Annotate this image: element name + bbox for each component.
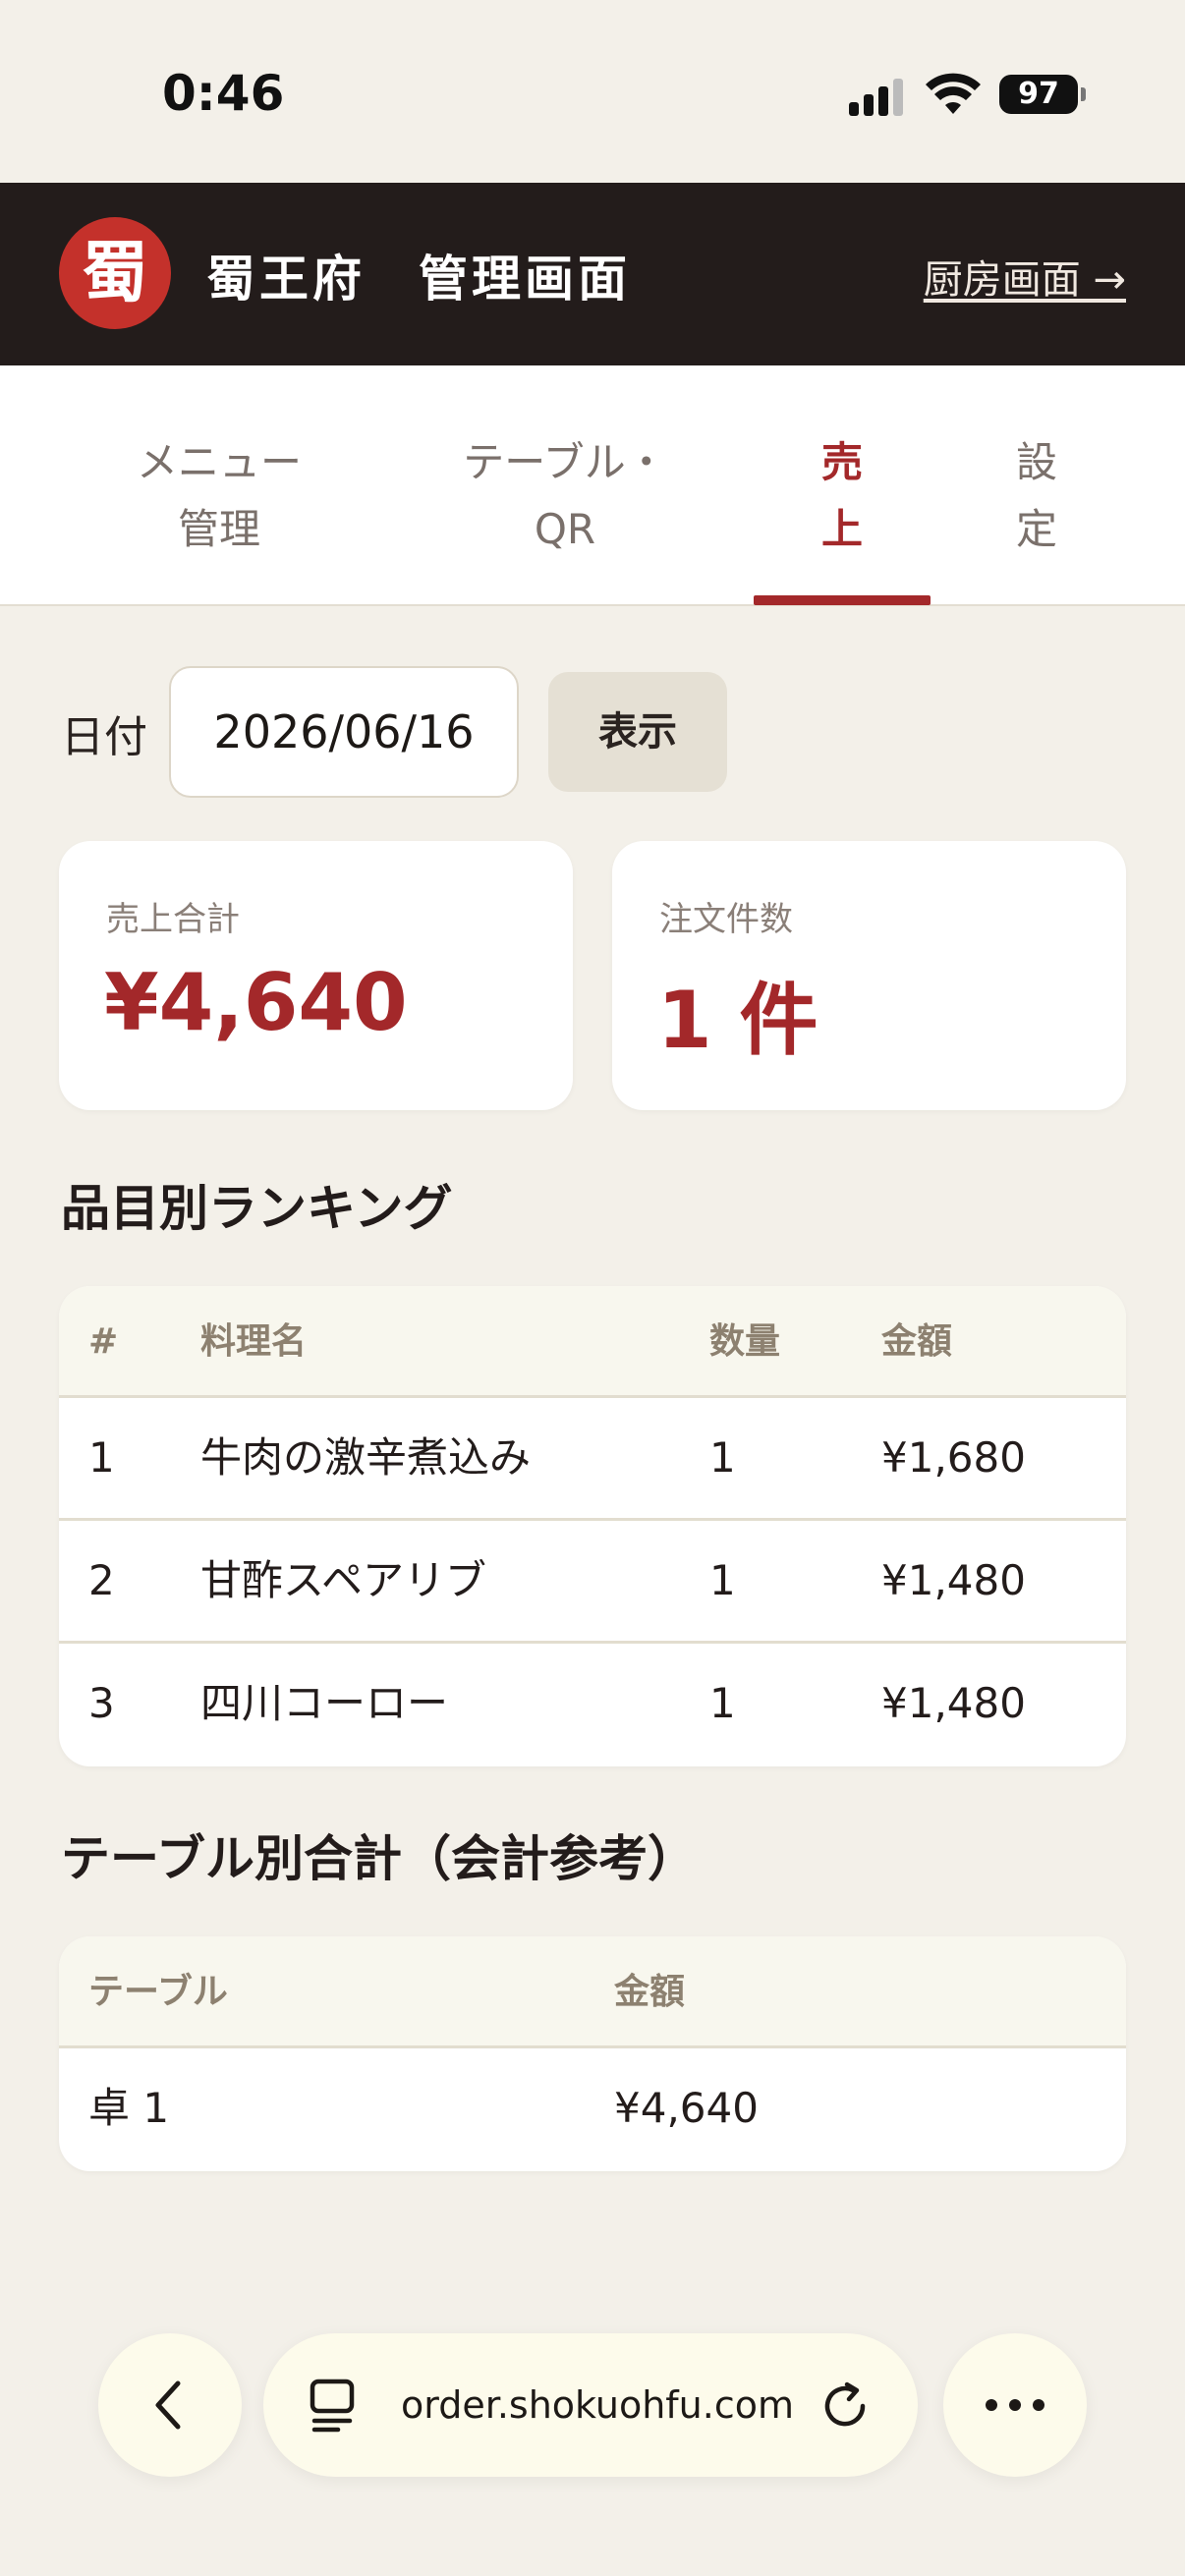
tab-label: メニュー — [136, 438, 302, 486]
status-bar: 0:46 97 — [0, 0, 1185, 183]
tab-settings[interactable]: 設 定 — [997, 429, 1076, 563]
table-header: テーブル 金額 — [59, 1936, 1126, 2048]
table-row: 1 牛肉の激辛煮込み 1 ¥1,680 — [59, 1398, 1126, 1521]
column-header: テーブル — [88, 1972, 228, 2012]
table-totals-table: テーブル 金額 卓 1 ¥4,640 — [59, 1936, 1126, 2171]
order-count-value: 1 件 — [657, 975, 818, 1066]
ranking-title: 品目別ランキング — [61, 1180, 453, 1237]
tab-sales[interactable]: 売 上 — [803, 429, 881, 563]
quantity-cell: 1 — [709, 1556, 736, 1604]
table-row: 3 四川コーロー 1 ¥1,480 — [59, 1644, 1126, 1766]
ranking-table: # 料理名 数量 金額 1 牛肉の激辛煮込み 1 ¥1,680 2 甘酢スペアリ… — [59, 1286, 1126, 1766]
tab-label: 設 — [1015, 438, 1057, 486]
table-totals-title: テーブル別合計（会計参考） — [61, 1830, 697, 1887]
date-input[interactable]: 2026/06/16 — [169, 666, 519, 798]
dish-name-cell: 四川コーロー — [200, 1679, 449, 1727]
rank-cell: 1 — [88, 1433, 115, 1482]
column-header: 料理名 — [200, 1321, 308, 1362]
dish-name-cell: 牛肉の激辛煮込み — [200, 1433, 532, 1482]
kitchen-screen-link[interactable]: 厨房画面 → — [924, 248, 1126, 305]
tab-label: 売 — [820, 438, 863, 486]
amount-cell: ¥1,480 — [881, 1679, 1026, 1727]
cellular-signal-icon — [849, 79, 906, 116]
amount-cell: ¥4,640 — [614, 2084, 759, 2132]
table-row: 2 甘酢スペアリブ 1 ¥1,480 — [59, 1521, 1126, 1644]
order-count-card: 注文件数 1 件 — [612, 841, 1126, 1110]
column-header: # — [88, 1321, 119, 1362]
chevron-left-icon — [155, 2380, 181, 2430]
tab-bar: メニュー 管理 テーブル・ QR 売 上 設 定 — [0, 365, 1185, 606]
battery-icon: 97 — [999, 75, 1086, 114]
column-header: 金額 — [614, 1972, 686, 2012]
more-options-icon — [986, 2399, 1044, 2411]
table-row: 卓 1 ¥4,640 — [59, 2048, 1126, 2171]
tab-label: 定 — [1015, 505, 1057, 553]
tab-table-qr[interactable]: テーブル・ QR — [447, 429, 683, 563]
address-bar[interactable]: order.shokuohfu.com — [263, 2333, 918, 2477]
amount-cell: ¥1,680 — [881, 1433, 1026, 1482]
column-header: 金額 — [881, 1321, 953, 1362]
sales-total-label: 売上合計 — [106, 900, 240, 939]
sales-total-card: 売上合計 ¥4,640 — [59, 841, 573, 1110]
sales-total-value: ¥4,640 — [104, 957, 408, 1048]
reload-icon[interactable] — [819, 2379, 873, 2432]
tab-label: テーブル・ — [463, 438, 667, 486]
amount-cell: ¥1,480 — [881, 1556, 1026, 1604]
tab-label: QR — [534, 505, 596, 553]
tab-menu-management[interactable]: メニュー 管理 — [128, 429, 310, 563]
column-header: 数量 — [709, 1321, 781, 1362]
app-header: 蜀 蜀王府 管理画面 厨房画面 → — [0, 183, 1185, 365]
table-name-cell: 卓 1 — [88, 2084, 170, 2132]
dish-name-cell: 甘酢スペアリブ — [200, 1556, 487, 1604]
url-text: order.shokuohfu.com — [401, 2383, 795, 2427]
active-tab-indicator — [754, 595, 931, 605]
status-time: 0:46 — [162, 65, 285, 122]
rank-cell: 2 — [88, 1556, 115, 1604]
more-button[interactable] — [943, 2333, 1087, 2477]
restaurant-logo: 蜀 — [59, 217, 171, 329]
order-count-label: 注文件数 — [659, 900, 793, 939]
page-title: 蜀王府 管理画面 — [206, 251, 631, 308]
tabs-icon — [310, 2379, 355, 2433]
tab-label: 管理 — [177, 505, 260, 553]
back-button[interactable] — [98, 2333, 242, 2477]
rank-cell: 3 — [88, 1679, 115, 1727]
tab-label: 上 — [820, 505, 863, 553]
show-button[interactable]: 表示 — [548, 672, 727, 792]
quantity-cell: 1 — [709, 1433, 736, 1482]
date-label: 日付 — [61, 712, 147, 762]
quantity-cell: 1 — [709, 1679, 736, 1727]
wifi-icon — [926, 73, 981, 114]
table-header: # 料理名 数量 金額 — [59, 1286, 1126, 1398]
